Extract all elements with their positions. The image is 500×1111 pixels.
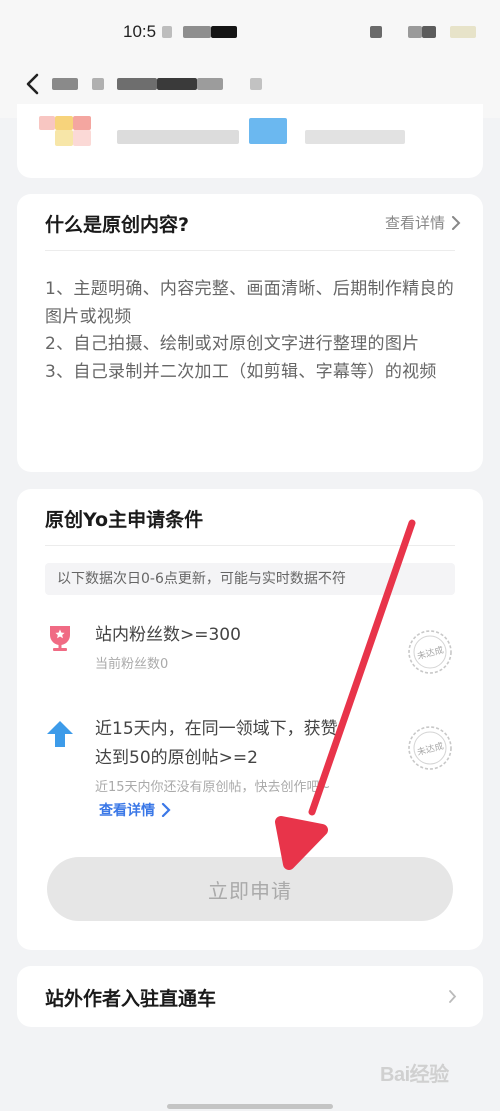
pixelated-avatar: [73, 116, 91, 130]
condition-title: 站内粉丝数>=300: [95, 625, 241, 645]
status-pixelated-block: [422, 26, 436, 38]
divider: [45, 250, 455, 251]
chevron-right-icon: [452, 215, 461, 230]
not-achieved-stamp-icon: 未达成: [408, 726, 452, 770]
original-content-card: 什么是原创内容? 查看详情 1、主题明确、内容完整、画面清晰、后期制作精良的图片…: [17, 194, 483, 472]
apply-now-button[interactable]: 立即申请: [47, 857, 453, 921]
arrow-up-icon: [47, 721, 73, 747]
watermark: Bai经验: [380, 1064, 449, 1086]
conditions-title: 原创Yo主申请条件: [45, 509, 204, 531]
nav-title-pixelated: [197, 78, 223, 90]
condition-subtitle: 近15天内你还没有原创帖，快去创作吧~: [95, 780, 331, 795]
profile-card: [17, 104, 483, 178]
original-content-title: 什么是原创内容?: [45, 214, 190, 236]
condition-subtitle: 当前粉丝数0: [95, 657, 169, 672]
original-content-list: 1、主题明确、内容完整、画面清晰、后期制作精良的图片或视频 2、自己拍摄、绘制或…: [45, 276, 460, 386]
pixelated-text: [117, 130, 239, 144]
pixelated-avatar: [39, 116, 55, 130]
list-item: 1、主题明确、内容完整、画面清晰、后期制作精良的图片或视频: [45, 279, 455, 327]
pixelated-badge: [249, 118, 287, 144]
trophy-icon: [50, 626, 70, 651]
pixelated-avatar: [55, 130, 73, 146]
stamp-label: 未达成: [416, 644, 445, 663]
not-achieved-stamp-icon: 未达成: [408, 630, 452, 674]
status-pixelated-block: [370, 26, 382, 38]
stamp-label: 未达成: [416, 740, 445, 759]
list-item: 3、自己录制并二次加工（如剪辑、字幕等）的视频: [45, 361, 437, 382]
condition-details-link[interactable]: 查看详情: [99, 800, 171, 820]
divider: [45, 545, 455, 546]
view-details-link[interactable]: 查看详情: [385, 212, 461, 233]
external-author-entry-card[interactable]: 站外作者入驻直通车: [17, 966, 483, 1027]
status-pixelated-block: [211, 26, 237, 38]
chevron-right-icon: [161, 803, 171, 817]
data-update-notice: 以下数据次日0-6点更新，可能与实时数据不符: [45, 563, 455, 595]
chevron-right-icon: [449, 990, 457, 1003]
nav-title-pixelated: [250, 78, 262, 90]
view-details-label: 查看详情: [384, 214, 445, 232]
condition-title-line: 达到50的原创帖>=2: [95, 748, 258, 768]
condition-original-posts: 近15天内，在同一领域下，获赞 达到50的原创帖>=2 近15天内你还没有原创帖…: [45, 715, 455, 825]
home-indicator[interactable]: [167, 1104, 333, 1109]
status-pixelated-block: [183, 26, 211, 38]
status-bar: 10:5: [0, 0, 500, 62]
external-author-entry-title: 站外作者入驻直通车: [45, 988, 217, 1010]
pixelated-avatar: [55, 116, 73, 130]
status-pixelated-block: [450, 26, 476, 38]
back-arrow-icon[interactable]: [22, 72, 46, 96]
status-pixelated-block: [162, 26, 172, 38]
application-conditions-card: 原创Yo主申请条件 以下数据次日0-6点更新，可能与实时数据不符 站内粉丝数>=…: [17, 489, 483, 950]
condition-followers: 站内粉丝数>=300 当前粉丝数0 未达成: [45, 621, 455, 677]
nav-title-pixelated: [52, 78, 78, 90]
list-item: 2、自己拍摄、绘制或对原创文字进行整理的图片: [45, 334, 420, 354]
condition-title-line: 近15天内，在同一领域下，获赞: [95, 719, 338, 739]
nav-title-pixelated: [117, 78, 157, 90]
pixelated-avatar: [73, 130, 91, 146]
condition-details-label: 查看详情: [99, 803, 155, 819]
nav-title-pixelated: [157, 78, 197, 90]
nav-title-pixelated: [92, 78, 104, 90]
status-time: 10:5: [123, 22, 157, 41]
status-pixelated-block: [408, 26, 422, 38]
pixelated-text: [305, 130, 405, 144]
